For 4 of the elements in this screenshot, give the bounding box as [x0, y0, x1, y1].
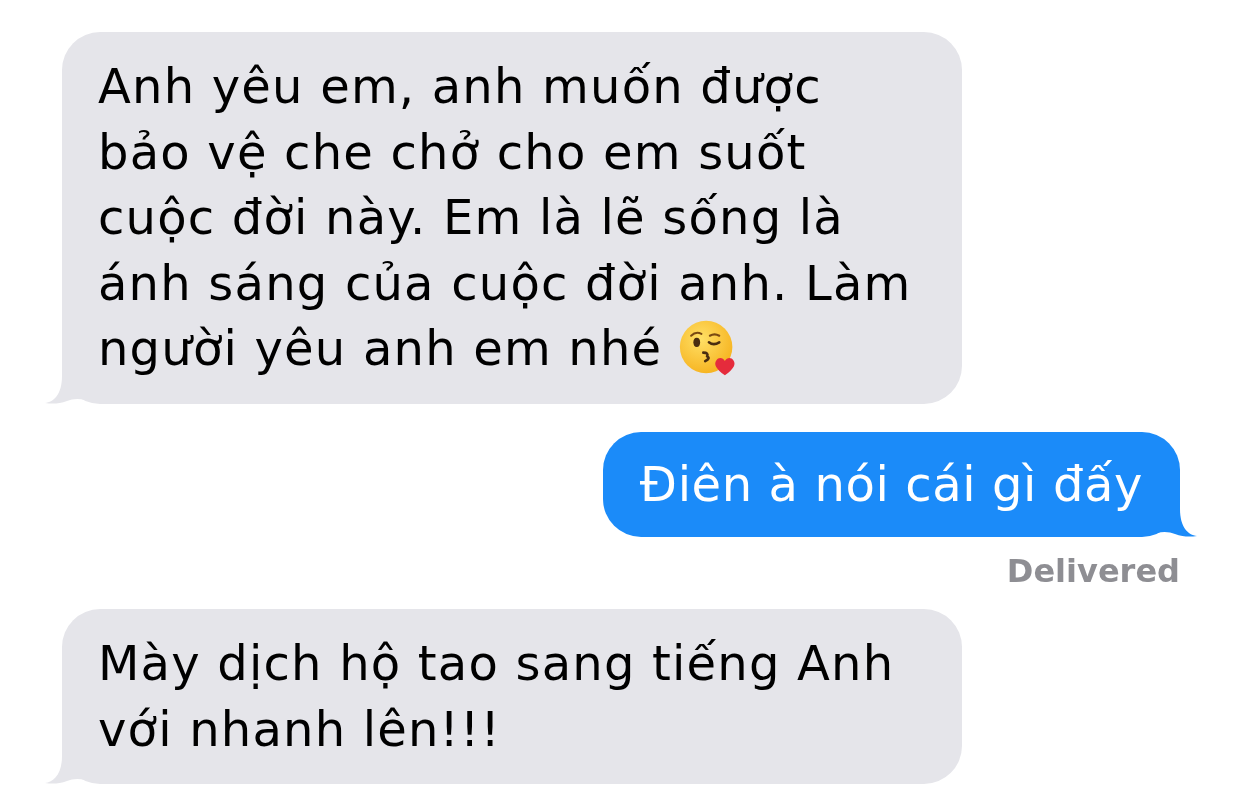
message-text: Mày dịch hộ tao sang tiếng Anh với nhanh lên!!!	[98, 635, 895, 757]
delivery-status: Delivered	[1006, 551, 1180, 591]
message-text: Điên à nói cái gì đấy	[639, 455, 1143, 512]
message-text: Anh yêu em, anh muốn được bảo vệ che chở cho em suốt cuộc đời này. Em là lẽ sống là ánh sáng của cuộc đời anh. Làm người yêu anh em nhé	[98, 58, 912, 376]
